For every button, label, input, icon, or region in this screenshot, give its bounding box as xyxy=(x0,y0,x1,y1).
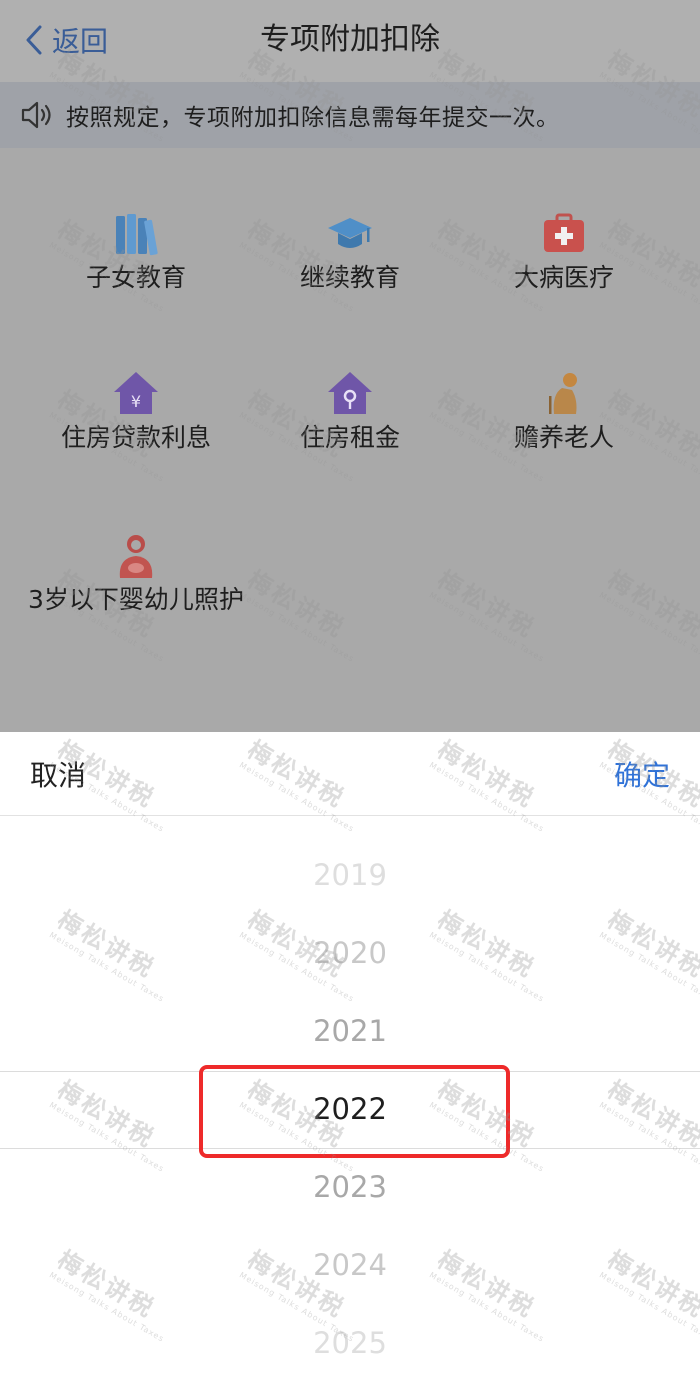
category-label: 继续教育 xyxy=(299,263,400,292)
graduation-cap-icon xyxy=(328,218,372,248)
svg-text:¥: ¥ xyxy=(131,392,141,411)
category-children-education[interactable]: 子女教育 xyxy=(26,210,246,294)
speaker-icon xyxy=(21,101,51,129)
year-option[interactable]: 2019 xyxy=(0,855,700,895)
category-label: 住房租金 xyxy=(299,423,400,452)
picker-toolbar: 取消 确定 xyxy=(0,732,700,816)
category-label: 3岁以下婴幼儿照护 xyxy=(28,585,244,614)
mother-baby-icon xyxy=(119,535,153,578)
category-serious-illness[interactable]: 大病医疗 xyxy=(454,210,674,294)
category-label: 大病医疗 xyxy=(513,263,614,292)
selected-year-highlight xyxy=(199,1065,510,1158)
page-title: 专项附加扣除 xyxy=(260,22,440,57)
category-label: 住房贷款利息 xyxy=(60,423,211,452)
watermark: 梅松讲税 Meisong Talks About Taxes xyxy=(237,565,356,664)
books-icon xyxy=(116,214,158,256)
category-elderly-support[interactable]: 赡养老人 xyxy=(454,370,674,454)
notice-text: 按照规定，专项附加扣除信息需每年提交一次。 xyxy=(66,105,560,131)
year-option[interactable]: 2023 xyxy=(0,1167,700,1207)
confirm-button[interactable]: 确定 xyxy=(614,754,670,794)
category-infant-care[interactable]: 3岁以下婴幼儿照护 xyxy=(26,532,246,616)
category-label: 赡养老人 xyxy=(513,423,614,452)
category-housing-loan-interest[interactable]: ¥ 住房贷款利息 xyxy=(26,370,246,454)
year-option[interactable]: 2020 xyxy=(0,933,700,973)
notice-banner: 按照规定，专项附加扣除信息需每年提交一次。 xyxy=(0,82,700,148)
top-nav-bar: 返回 专项附加扣除 xyxy=(0,0,700,82)
year-option[interactable]: 2021 xyxy=(0,1011,700,1051)
category-label: 子女教育 xyxy=(85,263,186,292)
medical-kit-icon xyxy=(544,213,584,252)
category-continuing-education[interactable]: 继续教育 xyxy=(240,210,460,294)
watermark: 梅松讲税 Meisong Talks About Taxes xyxy=(427,565,546,664)
category-housing-rent[interactable]: 住房租金 xyxy=(240,370,460,454)
elderly-person-icon xyxy=(549,373,577,414)
year-picker-sheet: 取消 确定 2019 2020 2021 2022 2023 2024 2025 xyxy=(0,732,700,1392)
year-option[interactable]: 2025 xyxy=(0,1323,700,1363)
watermark: 梅松讲税 Meisong Talks About Taxes xyxy=(597,565,700,664)
year-option[interactable]: 2024 xyxy=(0,1245,700,1285)
house-yuan-icon: ¥ xyxy=(114,372,158,414)
house-key-icon xyxy=(328,372,372,414)
cancel-button[interactable]: 取消 xyxy=(30,754,86,794)
